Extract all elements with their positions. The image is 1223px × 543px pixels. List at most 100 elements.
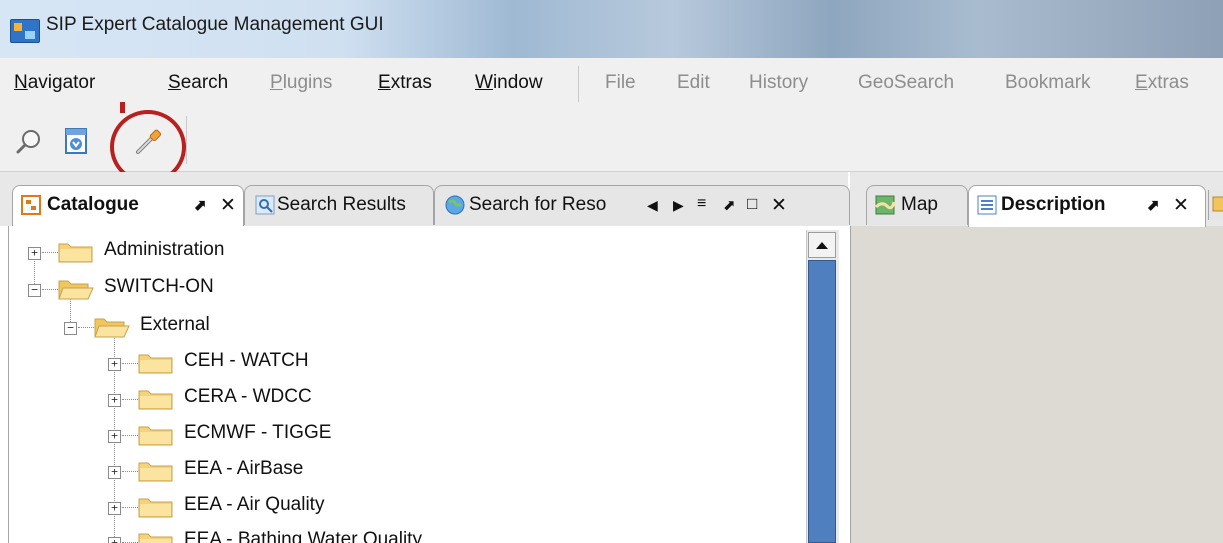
close-icon[interactable]: ✕ (220, 194, 236, 217)
tree-item-label: CEH - WATCH (184, 350, 309, 371)
menu-search-mnemonic: S (168, 72, 181, 93)
menu-search[interactable]: Search (168, 72, 228, 94)
menu-navigator-mnemonic: N (14, 72, 28, 93)
maximize-icon[interactable]: ⬈ (1147, 196, 1160, 214)
menu-bar: Navigator Search Plugins Extras Window F… (0, 58, 1223, 110)
menu-extras-2-mnemonic: E (1135, 72, 1148, 93)
collapse-icon[interactable]: − (64, 322, 77, 335)
menu-window[interactable]: Window (475, 72, 543, 94)
tab-scroll-left-icon[interactable]: ◀ (647, 197, 658, 214)
tab-scroll-right-icon[interactable]: ▶ (673, 197, 684, 214)
tab-search-for-resources[interactable]: Search for Reso ◀ ▶ ≡ ⬈ □ ✕ (434, 185, 850, 225)
menu-window-mnemonic: W (475, 72, 493, 93)
toolbar-separator (186, 116, 187, 164)
folder-icon (138, 354, 173, 374)
menu-history[interactable]: History (749, 72, 808, 94)
tab-search-results-label: Search Results (277, 194, 406, 215)
menu-search-label: earch (180, 72, 229, 93)
menu-extras[interactable]: Extras (378, 72, 432, 94)
tree-connector (122, 507, 138, 508)
tree-connector (78, 327, 94, 328)
maximize-icon[interactable]: ⬈ (194, 196, 207, 214)
tree-connector (42, 289, 58, 290)
tab-catalogue[interactable]: Catalogue ⬈ ✕ (12, 185, 244, 227)
tree-item-cera-wdcc[interactable]: + CERA - WDCC (0, 381, 800, 415)
scrollbar-thumb[interactable] (808, 260, 836, 543)
overflow-tab-icon (1212, 196, 1223, 212)
tab-catalogue-label: Catalogue (47, 194, 139, 215)
folder-icon (138, 426, 173, 446)
magnifier-icon (16, 130, 40, 154)
tree-item-ceh-watch[interactable]: + CEH - WATCH (0, 345, 800, 379)
tab-map[interactable]: Map (866, 185, 968, 225)
menu-extras-mnemonic: E (378, 72, 391, 93)
expand-icon[interactable]: + (108, 358, 121, 371)
close-icon[interactable]: ✕ (1173, 194, 1189, 217)
tab-description-label: Description (1001, 194, 1106, 215)
menu-extras-label: xtras (390, 72, 432, 93)
menu-file[interactable]: File (605, 72, 636, 94)
expand-icon[interactable]: + (108, 537, 121, 543)
app-icon (10, 19, 40, 43)
expand-icon[interactable]: + (108, 502, 121, 515)
expand-icon[interactable]: + (108, 394, 121, 407)
chevron-up-icon (816, 242, 828, 249)
search-results-icon (255, 195, 275, 215)
menu-plugins[interactable]: Plugins (270, 72, 332, 94)
tree-item-eea-airbase[interactable]: + EEA - AirBase (0, 453, 800, 487)
download-window-button[interactable] (58, 124, 94, 160)
tree-connector (122, 363, 138, 364)
catalogue-icon (21, 195, 41, 215)
expand-icon[interactable]: + (28, 247, 41, 260)
description-icon (977, 195, 997, 215)
tree-item-switch-on[interactable]: − SWITCH-ON (0, 271, 800, 305)
open-folder-icon (94, 318, 130, 338)
scroll-up-button[interactable] (808, 232, 836, 258)
menu-navigator-label: avigator (27, 72, 96, 93)
close-icon[interactable]: ✕ (771, 194, 787, 217)
menu-geosearch[interactable]: GeoSearch (858, 72, 954, 94)
tree-item-administration[interactable]: + Administration (0, 234, 800, 268)
magnifier-button[interactable] (14, 124, 50, 160)
menu-edit[interactable]: Edit (677, 72, 710, 94)
tree-item-label: Administration (104, 239, 225, 260)
expand-icon[interactable]: + (108, 466, 121, 479)
restore-icon[interactable]: □ (747, 194, 757, 214)
window-title: SIP Expert Catalogue Management GUI (46, 14, 384, 35)
tree-connector (122, 399, 138, 400)
menu-plugins-mnemonic: P (270, 72, 283, 93)
collapse-icon[interactable]: − (28, 284, 41, 297)
description-panel (850, 172, 1223, 543)
tree-item-eea-air-quality[interactable]: + EEA - Air Quality (0, 489, 800, 523)
menu-bookmark[interactable]: Bookmark (1005, 72, 1091, 94)
maximize-icon[interactable]: ⬈ (723, 196, 736, 214)
menu-plugins-label: lugins (282, 72, 333, 93)
tree-item-label: EEA - AirBase (184, 458, 304, 479)
tree-item-label: ECMWF - TIGGE (184, 422, 332, 443)
tree-item-eea-bathing-water-quality[interactable]: + EEA - Bathing Water Quality (0, 524, 800, 543)
tab-description[interactable]: Description ⬈ ✕ (968, 185, 1206, 227)
menu-extras-2[interactable]: Extras (1135, 72, 1189, 94)
tab-map-label: Map (901, 194, 938, 215)
view-menu-icon[interactable]: ≡ (697, 195, 706, 213)
menu-extras-2-label: xtras (1147, 72, 1189, 93)
open-folder-icon (58, 280, 94, 300)
tree-connector (122, 435, 138, 436)
folder-icon (138, 498, 173, 518)
map-icon (875, 195, 895, 215)
tab-search-results[interactable]: Search Results (244, 185, 434, 225)
tab-search-for-resources-label: Search for Reso (469, 194, 607, 215)
tree-item-label: External (140, 314, 210, 335)
folder-icon (138, 462, 173, 482)
tree-item-label: CERA - WDCC (184, 386, 312, 407)
tree-item-label: EEA - Bathing Water Quality (184, 529, 422, 543)
tree-item-ecmwf-tigge[interactable]: + ECMWF - TIGGE (0, 417, 800, 451)
tab-overflow[interactable] (1208, 190, 1223, 220)
folder-icon (138, 533, 173, 543)
menu-separator (578, 66, 579, 102)
menu-navigator[interactable]: Navigator (14, 72, 95, 94)
tree-item-label: SWITCH-ON (104, 276, 214, 297)
tree-item-external[interactable]: − External (0, 309, 800, 343)
folder-icon (138, 390, 173, 410)
expand-icon[interactable]: + (108, 430, 121, 443)
